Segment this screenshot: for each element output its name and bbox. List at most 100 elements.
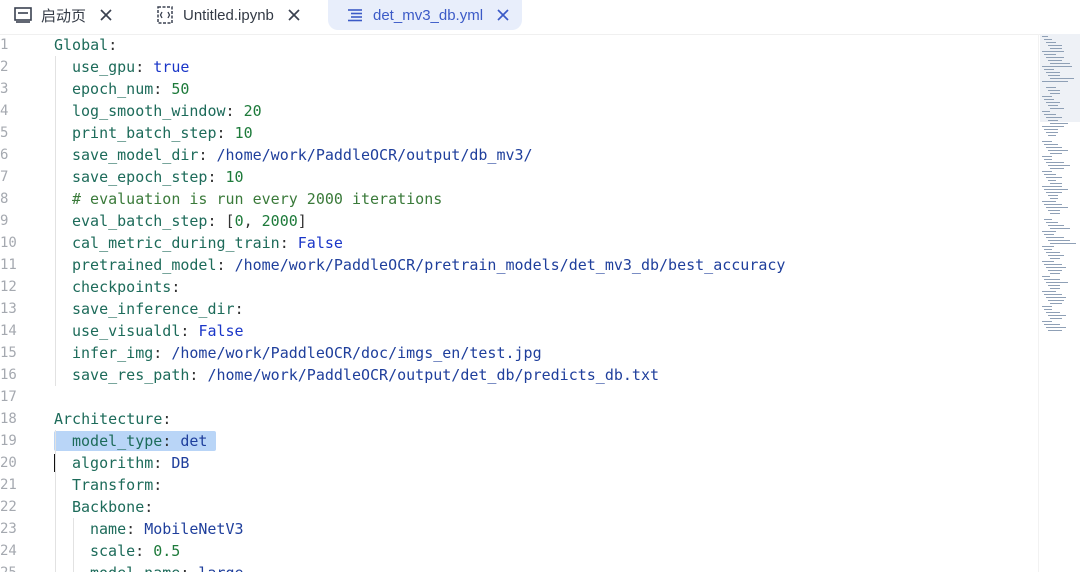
code-text: Transform: [72, 474, 162, 496]
line-number: 1 [0, 37, 9, 53]
minimap-line [1050, 213, 1060, 214]
minimap-line [1048, 300, 1064, 301]
tab-notebook[interactable]: Untitled.ipynb [156, 0, 302, 30]
code-line[interactable]: 17 [0, 386, 1038, 408]
minimap-line [1044, 204, 1062, 205]
minimap-line [1048, 165, 1070, 166]
code-line[interactable]: 13 save_inference_dir: [0, 298, 1038, 320]
code-text: Global: [54, 34, 117, 56]
yaml-value: large [198, 564, 243, 572]
minimap-line [1048, 330, 1062, 331]
code-line[interactable]: 20 algorithm: DB [0, 452, 1038, 474]
code-text: print_batch_step: 10 [72, 122, 253, 144]
code-line[interactable]: 8 # evaluation is run every 2000 iteratio… [0, 188, 1038, 210]
yaml-value: 10 [225, 168, 244, 186]
code-line[interactable]: 3 epoch_num: 50 [0, 78, 1038, 100]
code-line[interactable]: 6 save_model_dir: /home/work/PaddleOCR/ou… [0, 144, 1038, 166]
minimap-line [1046, 57, 1064, 58]
line-number: 2 [0, 59, 9, 75]
code-line[interactable]: 5 print_batch_step: 10 [0, 122, 1038, 144]
yaml-key: pretrained_model [72, 256, 217, 274]
code-text: cal_metric_during_train: False [72, 232, 343, 254]
code-line[interactable]: 7 save_epoch_step: 10 [0, 166, 1038, 188]
yaml-separator: : [207, 212, 226, 230]
minimap-line [1046, 87, 1056, 88]
yaml-key: Backbone [72, 498, 145, 516]
line-number: 25 [0, 562, 18, 572]
yaml-separator: : [153, 476, 163, 494]
minimap-line [1046, 117, 1062, 118]
yaml-list-value: 0 [234, 212, 244, 230]
minimap-line [1050, 288, 1060, 289]
tab-launcher[interactable]: 启动页 [14, 0, 114, 30]
minimap-line [1042, 81, 1068, 82]
minimap[interactable] [1040, 34, 1080, 354]
text-file-icon [346, 6, 364, 24]
launcher-icon [14, 6, 32, 24]
minimap-line [1042, 321, 1052, 322]
yaml-value: 10 [234, 124, 253, 142]
code-line[interactable]: 15 infer_img: /home/work/PaddleOCR/doc/im… [0, 342, 1038, 364]
minimap-line [1046, 297, 1066, 298]
yaml-separator: : [162, 432, 181, 450]
tab-det-mv3-db[interactable]: det_mv3_db.yml [328, 0, 522, 30]
yaml-separator: : [207, 168, 226, 186]
yaml-key: scale [90, 542, 136, 560]
yaml-separator: : [126, 520, 145, 538]
yaml-separator: : [135, 58, 154, 76]
code-line[interactable]: 2 use_gpu: true [0, 56, 1038, 78]
line-number: 14 [0, 323, 17, 339]
code-line[interactable]: 12 checkpoints: [0, 276, 1038, 298]
minimap-line [1042, 36, 1048, 37]
yaml-key: Global [54, 36, 109, 54]
minimap-line [1048, 180, 1056, 181]
minimap-line [1046, 327, 1066, 328]
code-line[interactable]: 14 use_visualdl: False [0, 320, 1038, 342]
line-number: 6 [0, 147, 9, 163]
yaml-key: infer_img [72, 344, 154, 362]
code-text: pretrained_model: /home/work/PaddleOCR/p… [72, 254, 785, 276]
code-editor[interactable]: 1 Global: 2 use_gpu: true 3 epoch_num: 50 4 log… [0, 34, 1038, 572]
minimap-line [1042, 231, 1056, 232]
yaml-key: use_gpu [72, 58, 136, 76]
minimap-line [1044, 219, 1052, 220]
minimap-line [1044, 54, 1056, 55]
minimap-line [1050, 258, 1060, 259]
yaml-key: Architecture [54, 410, 163, 428]
minimap-line [1042, 51, 1064, 52]
line-number: 7 [0, 169, 9, 185]
code-line[interactable]: 24 scale: 0.5 [0, 540, 1038, 562]
code-line[interactable]: 22 Backbone: [0, 496, 1038, 518]
code-line[interactable]: 4 log_smooth_window: 20 [0, 100, 1038, 122]
code-text: log_smooth_window: 20 [72, 100, 262, 122]
code-line[interactable]: 16 save_res_path: /home/work/PaddleOCR/ou… [0, 364, 1038, 386]
code-line[interactable]: 18 Architecture: [0, 408, 1038, 430]
yaml-comment: # evaluation is run every 2000 iteration… [72, 190, 443, 208]
yaml-key: Transform [72, 476, 154, 494]
close-icon[interactable] [98, 7, 114, 23]
code-line[interactable]: 21 Transform: [0, 474, 1038, 496]
minimap-line [1042, 186, 1062, 187]
code-line[interactable]: 10 cal_metric_during_train: False [0, 232, 1038, 254]
close-icon[interactable] [495, 7, 511, 23]
minimap-line [1048, 120, 1058, 121]
code-line[interactable]: 1 Global: [0, 34, 1038, 56]
minimap-line [1042, 141, 1052, 142]
close-icon[interactable] [286, 7, 302, 23]
code-line[interactable]: 9 eval_batch_step: [0, 2000] [0, 210, 1038, 232]
code-line[interactable]: 23 name: MobileNetV3 [0, 518, 1038, 540]
minimap-line [1042, 156, 1052, 157]
code-text: save_inference_dir: [72, 298, 244, 320]
code-text: infer_img: /home/work/PaddleOCR/doc/imgs… [72, 342, 542, 364]
minimap-line [1044, 189, 1068, 190]
code-text: checkpoints: [72, 276, 180, 298]
code-line[interactable]: 11 pretrained_model: /home/work/PaddleOCR… [0, 254, 1038, 276]
yaml-list-value: 2000 [261, 212, 298, 230]
code-line[interactable]: 19 model_type: det [0, 430, 1038, 452]
yaml-key: use_visualdl [72, 322, 181, 340]
yaml-value: DB [171, 454, 190, 472]
code-line[interactable]: 25 model_name: large [0, 562, 1038, 572]
minimap-line [1050, 108, 1064, 109]
yaml-key: log_smooth_window [72, 102, 226, 120]
minimap-line [1050, 273, 1060, 274]
